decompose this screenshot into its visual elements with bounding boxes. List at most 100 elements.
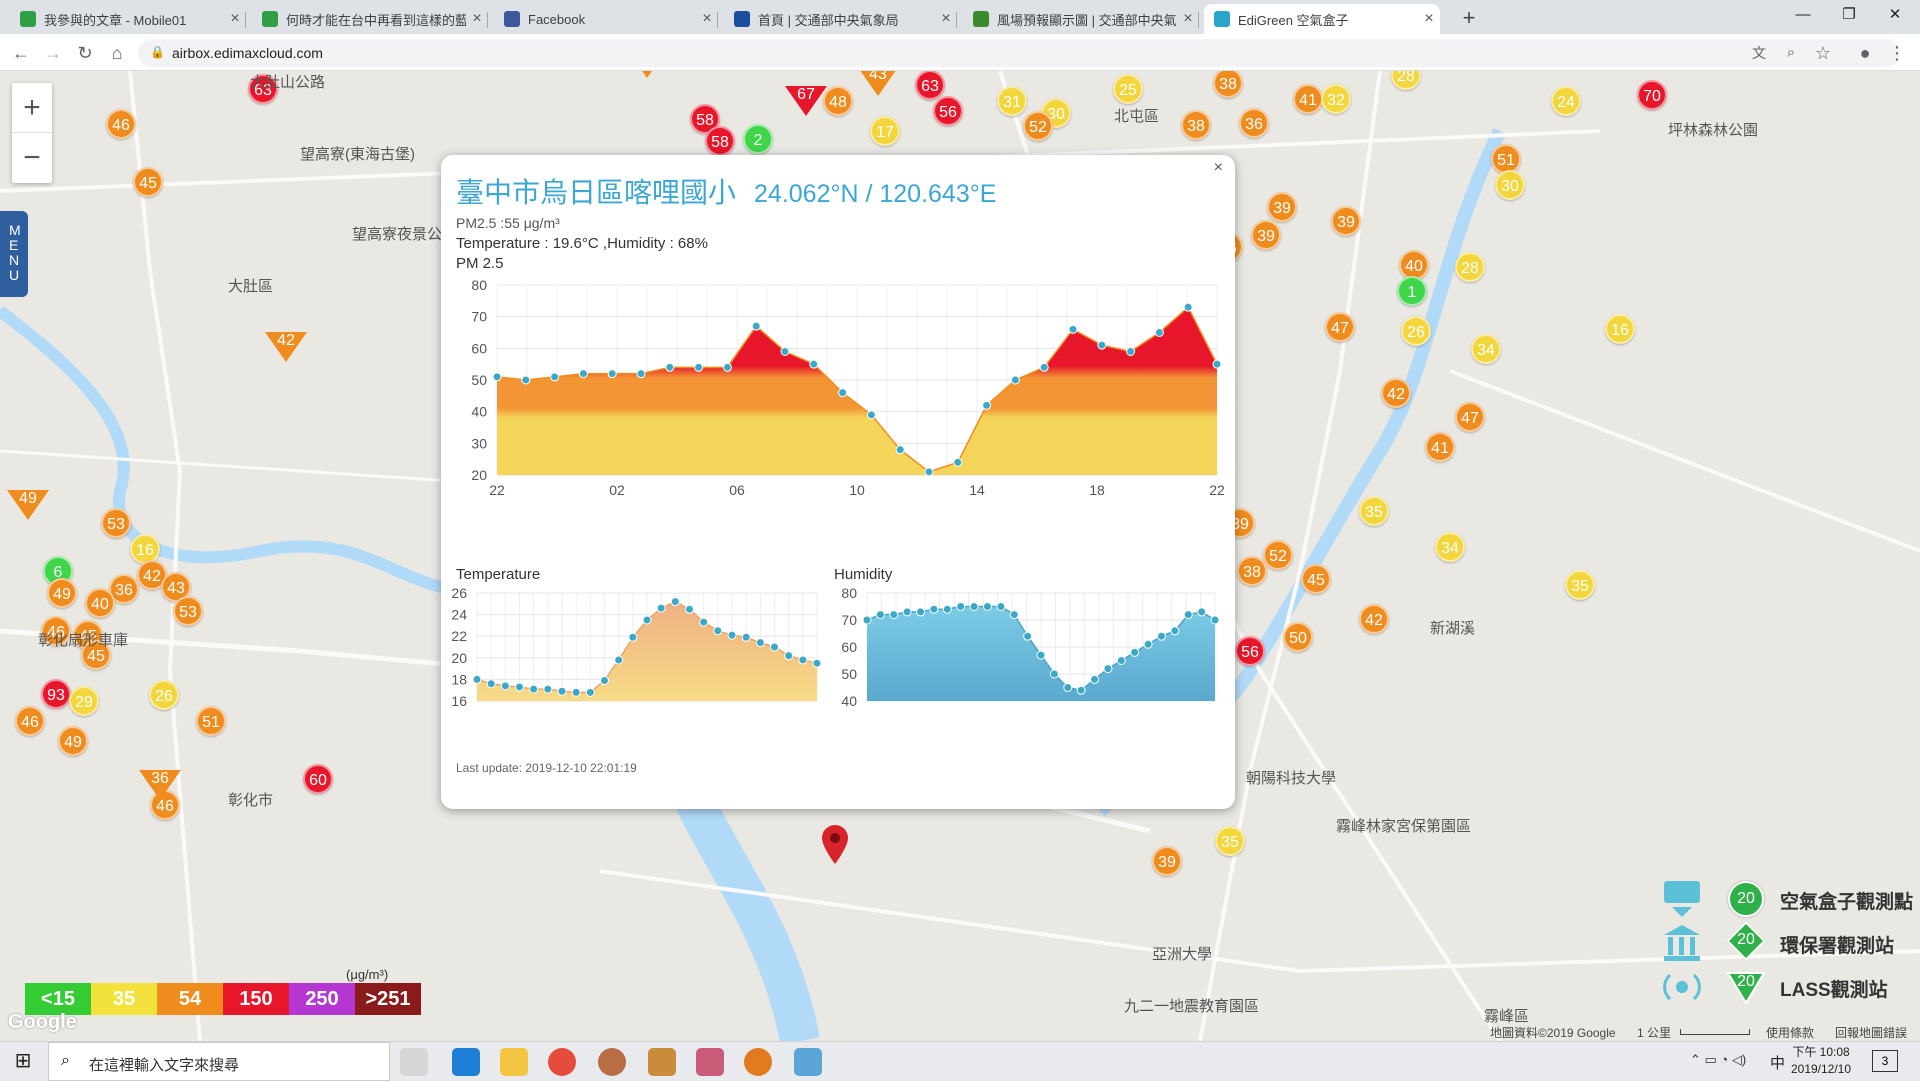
airbox-marker[interactable]: 2: [743, 124, 773, 154]
airbox-marker[interactable]: 56: [933, 96, 963, 126]
popup-close-button[interactable]: ×: [1214, 159, 1223, 177]
airbox-marker[interactable]: 39: [1251, 220, 1281, 250]
airbox-marker[interactable]: 35: [1359, 496, 1389, 526]
airbox-marker[interactable]: 51: [196, 706, 226, 736]
airbox-marker[interactable]: 28: [1455, 252, 1485, 282]
menu-dots-icon[interactable]: ⋮: [1884, 40, 1910, 66]
map-canvas[interactable]: 63 46 45 58 58 2 48 17 63 56 31 30 52 25 38 41 32 28 24 70 3…: [0, 71, 1920, 1041]
reload-icon[interactable]: ↻: [72, 40, 98, 66]
lass-marker[interactable]: 43: [857, 71, 899, 96]
airbox-marker[interactable]: 25: [1113, 74, 1143, 104]
airbox-marker[interactable]: 30: [1495, 170, 1525, 200]
taskbar-search[interactable]: ⌕ 在這裡輸入文字來搜尋: [48, 1042, 390, 1081]
airbox-marker[interactable]: 38: [1181, 110, 1211, 140]
airbox-marker[interactable]: 39: [1331, 206, 1361, 236]
report-error-link[interactable]: 回報地圖錯誤: [1835, 1024, 1907, 1041]
tab-close-icon[interactable]: ×: [224, 10, 246, 28]
airbox-marker[interactable]: 63: [915, 71, 945, 100]
lass-marker[interactable]: 27: [626, 71, 668, 78]
airbox-marker[interactable]: 58: [705, 126, 735, 156]
airbox-marker[interactable]: 16: [1605, 314, 1635, 344]
notification-center-icon[interactable]: 3: [1872, 1050, 1898, 1072]
selected-location-pin-icon[interactable]: [820, 823, 850, 865]
airbox-marker[interactable]: 48: [823, 86, 853, 116]
airbox-marker[interactable]: 29: [69, 686, 99, 716]
airbox-marker[interactable]: 50: [1283, 622, 1313, 652]
zoom-in-button[interactable]: +: [12, 83, 52, 133]
edge-icon[interactable]: [452, 1048, 480, 1076]
airbox-marker[interactable]: 26: [149, 680, 179, 710]
airbox-marker[interactable]: 31: [997, 86, 1027, 116]
airbox-marker[interactable]: 24: [1551, 86, 1581, 116]
lass-marker[interactable]: 42: [265, 332, 307, 362]
airbox-marker[interactable]: 46: [106, 109, 136, 139]
close-window-button[interactable]: ✕: [1872, 0, 1918, 30]
browser-tab[interactable]: Facebook ×: [494, 4, 718, 34]
home-icon[interactable]: ⌂: [104, 40, 130, 66]
tab-close-icon[interactable]: ×: [1418, 10, 1440, 28]
zoom-out-button[interactable]: −: [12, 133, 52, 183]
system-clock[interactable]: 下午 10:08 2019/12/10: [1787, 1044, 1855, 1078]
airbox-marker[interactable]: 38: [1237, 556, 1267, 586]
airbox-marker[interactable]: 40: [85, 588, 115, 618]
airbox-marker[interactable]: 56: [1235, 636, 1265, 666]
airbox-marker[interactable]: 49: [47, 578, 77, 608]
airbox-marker[interactable]: 53: [101, 508, 131, 538]
back-icon[interactable]: ←: [8, 40, 34, 66]
profile-icon[interactable]: ●: [1852, 40, 1878, 66]
airbox-marker[interactable]: 39: [1267, 192, 1297, 222]
tab-close-icon[interactable]: ×: [935, 10, 957, 28]
zoom-icon[interactable]: ⌕: [1778, 40, 1804, 66]
airbox-marker[interactable]: 39: [1152, 846, 1182, 876]
browser-tab[interactable]: 風場預報顯示圖 | 交通部中央氣象局×: [963, 4, 1199, 34]
translate-icon[interactable]: 文: [1746, 40, 1772, 66]
tab-close-icon[interactable]: ×: [466, 10, 488, 28]
airbox-marker[interactable]: 53: [173, 596, 203, 626]
browser-tab[interactable]: 首頁 | 交通部中央氣象局 ×: [724, 4, 957, 34]
bookmark-star-icon[interactable]: ☆: [1810, 40, 1836, 66]
tab-close-icon[interactable]: ×: [1177, 10, 1199, 28]
minimize-button[interactable]: —: [1780, 0, 1826, 30]
browser-tab[interactable]: 我參與的文章 - Mobile01 ×: [10, 4, 246, 34]
app-icon-5[interactable]: [794, 1048, 822, 1076]
airbox-marker[interactable]: 41: [1425, 432, 1455, 462]
lass-marker[interactable]: 67: [785, 86, 827, 116]
airbox-marker[interactable]: 34: [1435, 532, 1465, 562]
airbox-marker[interactable]: 35: [1565, 570, 1595, 600]
address-bar[interactable]: 🔒 airbox.edimaxcloud.com: [138, 39, 1900, 67]
airbox-marker[interactable]: 52: [1023, 111, 1053, 141]
airbox-marker[interactable]: 60: [303, 764, 333, 794]
airbox-marker[interactable]: 45: [133, 167, 163, 197]
chrome-icon[interactable]: [548, 1048, 576, 1076]
lass-marker[interactable]: 36: [139, 770, 181, 800]
new-tab-button[interactable]: +: [1454, 4, 1484, 32]
airbox-marker[interactable]: 26: [1401, 316, 1431, 346]
airbox-marker[interactable]: 41: [1293, 84, 1323, 114]
terms-link[interactable]: 使用條款: [1766, 1024, 1814, 1041]
airbox-marker[interactable]: 17: [870, 116, 900, 146]
airbox-marker[interactable]: 47: [1325, 312, 1355, 342]
browser-tab[interactable]: EdiGreen 空氣盒子 ×: [1204, 4, 1440, 34]
airbox-marker[interactable]: 46: [15, 706, 45, 736]
system-tray-icons[interactable]: ⌃ ▭ ◔ ◁): [1690, 1052, 1746, 1068]
airbox-marker[interactable]: 1: [1397, 276, 1427, 306]
airbox-marker[interactable]: 49: [58, 726, 88, 756]
airbox-marker[interactable]: 34: [1471, 334, 1501, 364]
ime-indicator[interactable]: 中: [1770, 1052, 1785, 1073]
browser-tab[interactable]: 何時才能在台中再看到這樣的藍天？×: [252, 4, 488, 34]
airbox-marker[interactable]: 45: [1301, 564, 1331, 594]
airbox-marker[interactable]: 32: [1321, 84, 1351, 114]
maximize-button[interactable]: ❐: [1826, 0, 1872, 30]
windows-start-icon[interactable]: ⊞: [0, 1042, 46, 1081]
forward-icon[interactable]: →: [40, 40, 66, 66]
app-icon-4[interactable]: [744, 1048, 772, 1076]
airbox-marker[interactable]: 47: [1455, 402, 1485, 432]
task-view-icon[interactable]: [400, 1048, 428, 1076]
airbox-marker[interactable]: 70: [1637, 80, 1667, 110]
airbox-marker[interactable]: 42: [1359, 604, 1389, 634]
menu-button[interactable]: MENU: [0, 211, 28, 297]
lass-marker[interactable]: 49: [7, 490, 49, 520]
app-icon-3[interactable]: [696, 1048, 724, 1076]
app-icon-2[interactable]: [648, 1048, 676, 1076]
airbox-marker[interactable]: 52: [1263, 540, 1293, 570]
